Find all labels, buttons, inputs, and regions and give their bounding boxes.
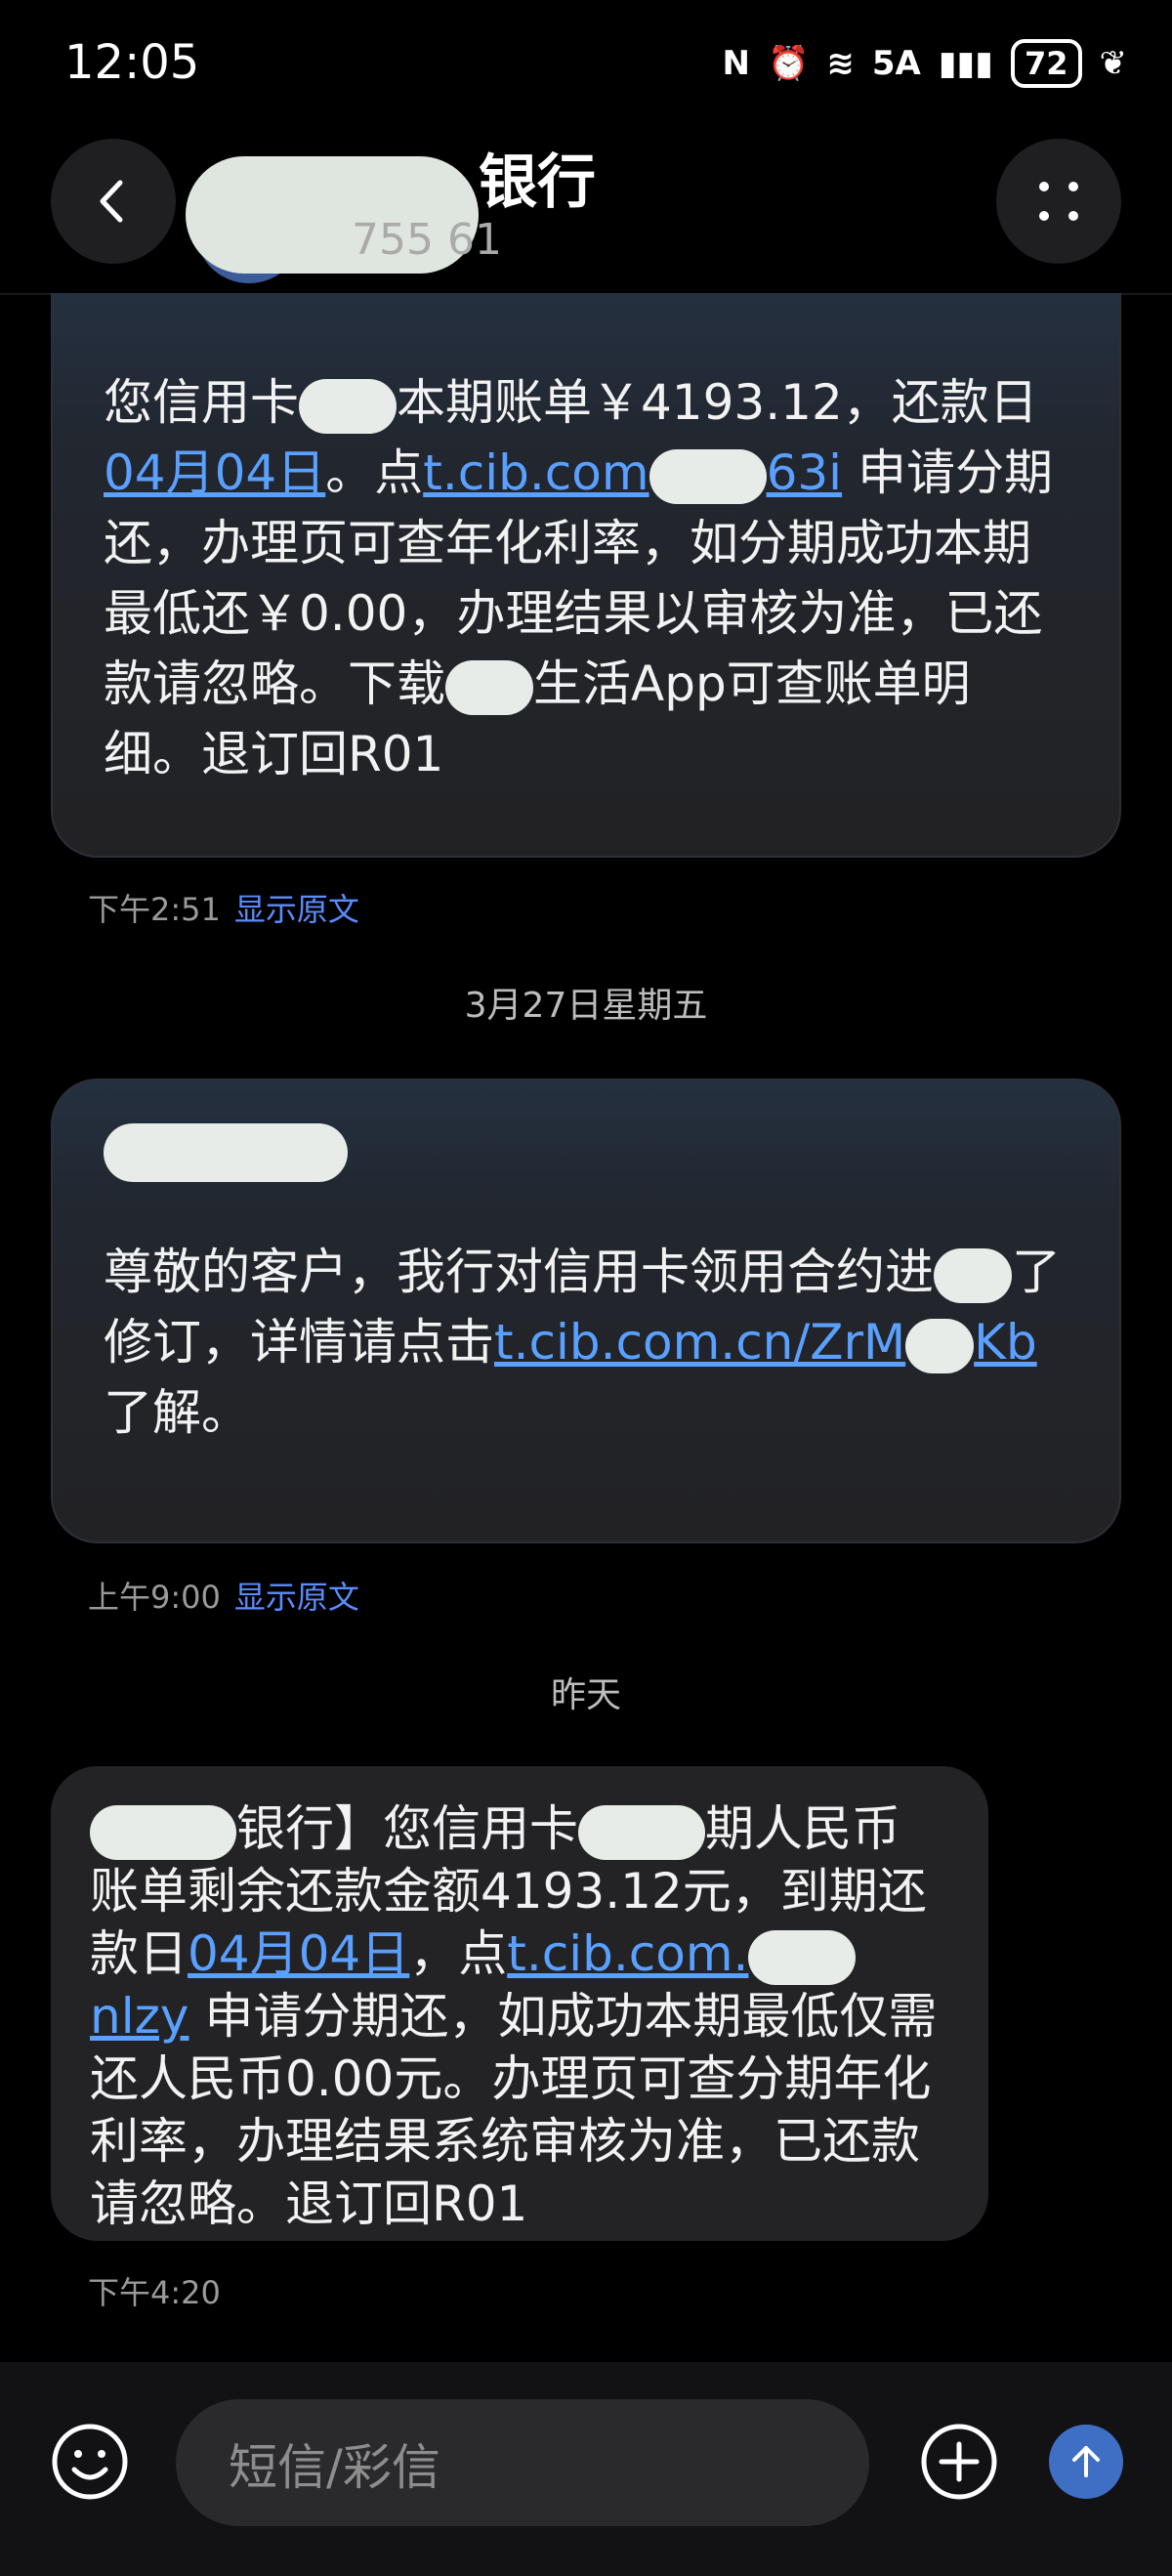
message-text: ，点 bbox=[409, 1925, 508, 1982]
message-sender-line bbox=[104, 1114, 1065, 1184]
message-meta: 上午9:00 显示原文 bbox=[88, 1573, 359, 1618]
message-input[interactable]: 短信/彩信 bbox=[176, 2399, 869, 2526]
nfc-icon: N bbox=[722, 44, 750, 83]
url-link[interactable]: t.cib.com. bbox=[507, 1925, 748, 1982]
date-link[interactable]: 04月04日 bbox=[188, 1925, 409, 1982]
redaction-mark bbox=[748, 1929, 857, 1985]
date-link[interactable]: 04月04日 bbox=[104, 444, 325, 501]
url-link-tail[interactable]: 63i bbox=[767, 444, 843, 501]
status-time: 12:05 bbox=[64, 35, 200, 90]
date-separator: 3月27日星期五 bbox=[464, 986, 708, 1026]
message-text: 银行】您信用卡 bbox=[236, 1800, 578, 1857]
url-link-tail[interactable]: Kb bbox=[974, 1314, 1037, 1371]
url-link[interactable]: t.cib.com.cn/ZrM bbox=[494, 1314, 905, 1371]
message-time: 上午9:00 bbox=[88, 1579, 221, 1616]
redaction-mark bbox=[905, 1318, 975, 1373]
message-bubble[interactable]: 银行】您信用卡 期人民币账单剩余还款金额4193.12元，到期还款日04月04日，… bbox=[51, 1766, 988, 2241]
signal-icon: ▮▮▮ bbox=[938, 44, 993, 83]
more-dots-icon bbox=[1039, 182, 1078, 221]
message-time: 下午2:51 bbox=[88, 891, 221, 928]
message-bubble[interactable]: 您信用卡 本期账单￥4193.12，还款日 04月04日。点t.cib.com 63… bbox=[51, 293, 1121, 858]
alarm-icon: ⏰ bbox=[768, 44, 810, 83]
signal-label: 5A bbox=[871, 44, 921, 83]
message-text: 。点 bbox=[325, 444, 424, 501]
message-time: 下午4:20 bbox=[88, 2274, 221, 2311]
message-meta: 下午2:51 显示原文 bbox=[88, 885, 359, 930]
contact-title: 银行 bbox=[479, 148, 596, 217]
redaction-mark bbox=[445, 659, 533, 715]
message-text: 了解。 bbox=[104, 1384, 250, 1441]
redaction-mark bbox=[649, 448, 767, 504]
emoji-icon[interactable] bbox=[49, 2421, 131, 2503]
url-link-tail[interactable]: nlzy bbox=[90, 1988, 188, 2045]
status-icons: N ⏰ ≋ 5A ▮▮▮ 72 ❦ bbox=[723, 39, 1127, 88]
leaf-icon: ❦ bbox=[1099, 44, 1128, 83]
send-button[interactable] bbox=[1049, 2425, 1123, 2499]
show-original-link[interactable]: 显示原文 bbox=[234, 891, 359, 928]
message-bubble[interactable]: 尊敬的客户，我行对信用卡领用合约进 了修订，详情请点击t.cib.com.cn/Z… bbox=[51, 1078, 1121, 1543]
wifi-icon: ≋ bbox=[826, 44, 855, 83]
redaction-mark bbox=[104, 1122, 348, 1182]
redaction-mark bbox=[578, 1804, 705, 1860]
show-original-link[interactable]: 显示原文 bbox=[234, 1579, 359, 1616]
redaction-mark bbox=[90, 1804, 236, 1860]
more-options-button[interactable] bbox=[996, 139, 1121, 264]
date-separator: 昨天 bbox=[550, 1675, 621, 1715]
redaction-mark bbox=[934, 1247, 1012, 1303]
message-text: 尊敬的客户，我行对信用卡领用合约进 bbox=[104, 1244, 934, 1300]
arrow-up-icon bbox=[1072, 2446, 1100, 2477]
add-attachment-icon[interactable] bbox=[918, 2421, 1000, 2503]
message-text: 本期账单￥4193.12，还款日 bbox=[397, 374, 1038, 431]
message-text: 您信用卡 bbox=[104, 374, 299, 431]
contact-number: 755 61 bbox=[352, 215, 502, 265]
message-meta: 下午4:20 bbox=[88, 2268, 221, 2313]
conversation-header: 银行 755 61 bbox=[0, 117, 1172, 295]
back-button[interactable] bbox=[51, 139, 176, 264]
battery-level: 72 bbox=[1010, 39, 1082, 88]
compose-bar: 短信/彩信 bbox=[0, 2362, 1172, 2576]
chevron-left-icon bbox=[100, 180, 123, 223]
message-text: 申请分期还，如成功本期最低仅需还人民币0.00元。办理页可查分期年化利率，办理结… bbox=[90, 1988, 938, 2232]
url-link[interactable]: t.cib.com bbox=[423, 444, 649, 501]
redaction-mark bbox=[299, 378, 397, 434]
